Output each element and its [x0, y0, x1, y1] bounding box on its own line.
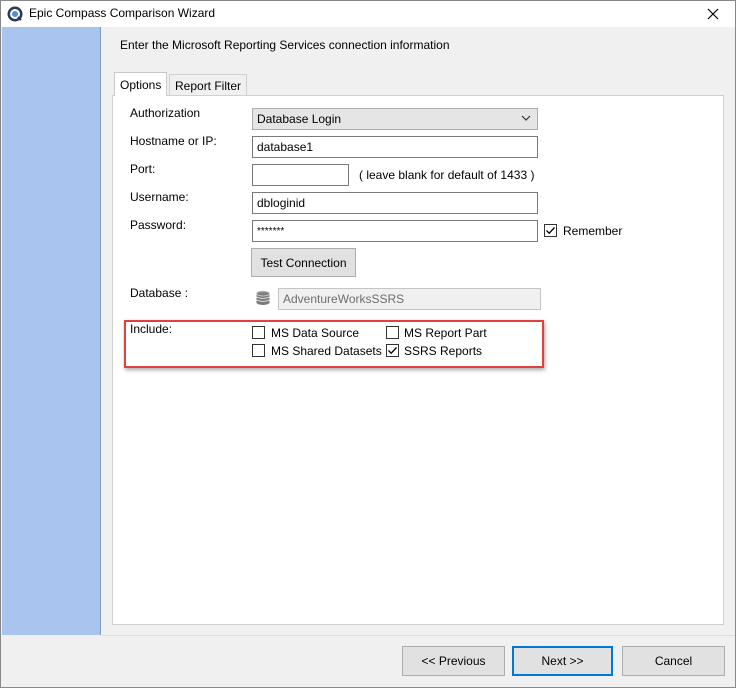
ms-shared-datasets-checkbox[interactable]	[252, 344, 265, 357]
wizard-sidebar	[2, 27, 101, 635]
options-panel: Authorization Database Login Hostname or…	[112, 95, 724, 625]
window-title: Epic Compass Comparison Wizard	[29, 6, 216, 20]
checkmark-icon	[546, 227, 555, 235]
username-input[interactable]: dbloginid	[252, 192, 538, 214]
wizard-content: Enter the Microsoft Reporting Services c…	[102, 27, 735, 635]
cancel-button[interactable]: Cancel	[622, 646, 725, 676]
wizard-footer: << Previous Next >> Cancel	[102, 635, 735, 687]
include-label: Include:	[130, 322, 173, 336]
database-icon	[255, 290, 271, 309]
close-button[interactable]	[691, 1, 735, 27]
remember-label: Remember	[563, 224, 623, 238]
hostname-label: Hostname or IP:	[130, 134, 217, 148]
page-heading: Enter the Microsoft Reporting Services c…	[120, 38, 450, 52]
authorization-value: Database Login	[257, 112, 342, 126]
remember-checkbox[interactable]	[544, 224, 557, 237]
ms-report-part-label: MS Report Part	[404, 326, 487, 340]
port-label: Port:	[130, 162, 156, 176]
checkmark-icon	[388, 347, 397, 355]
wizard-window: Epic Compass Comparison Wizard Enter the…	[0, 0, 736, 688]
chevron-down-icon	[521, 115, 531, 121]
authorization-select[interactable]: Database Login	[252, 108, 538, 130]
authorization-label: Authorization	[130, 106, 201, 120]
ms-data-source-label: MS Data Source	[271, 326, 360, 340]
ms-report-part-checkbox[interactable]	[386, 326, 399, 339]
tab-options[interactable]: Options	[114, 72, 168, 96]
compass-logo-icon	[7, 6, 23, 22]
test-connection-button[interactable]: Test Connection	[251, 248, 356, 277]
hostname-input[interactable]: database1	[252, 136, 538, 158]
ssrs-reports-label: SSRS Reports	[404, 344, 483, 358]
username-label: Username:	[130, 190, 189, 204]
title-bar: Epic Compass Comparison Wizard	[1, 1, 735, 27]
ssrs-reports-checkbox[interactable]	[386, 344, 399, 357]
next-button[interactable]: Next >>	[512, 646, 613, 676]
close-icon	[707, 8, 719, 20]
database-label: Database :	[130, 286, 189, 300]
database-field[interactable]: AdventureWorksSSRS	[278, 288, 541, 310]
password-input[interactable]: *******	[252, 220, 538, 242]
ms-data-source-checkbox[interactable]	[252, 326, 265, 339]
password-label: Password:	[130, 218, 187, 232]
port-input[interactable]	[252, 164, 349, 186]
port-hint: ( leave blank for default of 1433 )	[359, 168, 535, 182]
ms-shared-datasets-label: MS Shared Datasets	[271, 344, 382, 358]
previous-button[interactable]: << Previous	[402, 646, 505, 676]
tab-report-filter[interactable]: Report Filter	[169, 74, 248, 96]
